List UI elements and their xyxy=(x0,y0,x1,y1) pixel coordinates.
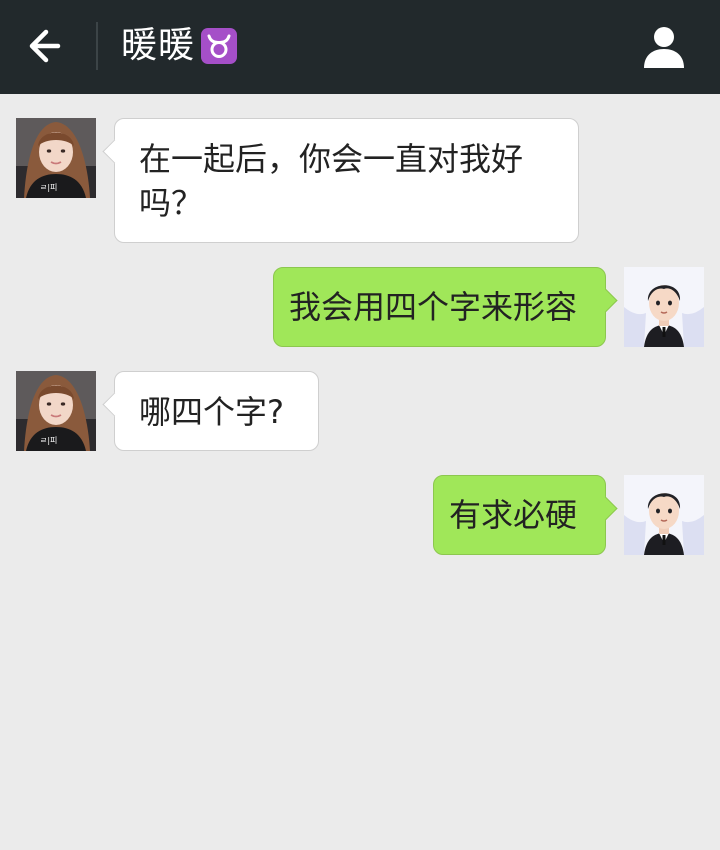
bubble-tail xyxy=(102,139,127,164)
my-avatar[interactable] xyxy=(624,475,704,555)
message-text: 我会用四个字来形容 xyxy=(289,288,578,326)
contact-avatar[interactable]: ㄹ|피 xyxy=(16,371,96,451)
chat-header: 暖暖 xyxy=(0,0,720,94)
person-icon xyxy=(644,27,684,68)
contact-name: 暖暖 xyxy=(121,25,196,66)
svg-text:ㄹ|피: ㄹ|피 xyxy=(40,183,57,192)
svg-text:ㄹ|피: ㄹ|피 xyxy=(40,436,57,445)
bubble-tail xyxy=(593,496,618,521)
outgoing-message-bubble[interactable]: 有求必硬 xyxy=(433,475,618,555)
chat-title: 暖暖 xyxy=(121,21,238,71)
incoming-message-bubble[interactable]: 哪四个字? xyxy=(102,371,319,451)
arrow-left-icon xyxy=(29,29,61,63)
outgoing-message-bubble[interactable]: 我会用四个字来形容 xyxy=(273,267,618,347)
profile-button[interactable] xyxy=(638,22,690,72)
message-text: 哪四个字? xyxy=(139,393,284,431)
message-text: 有求必硬 xyxy=(449,496,578,534)
taurus-icon xyxy=(201,28,238,64)
bubble-tail xyxy=(593,288,618,313)
contact-avatar[interactable]: ㄹ|피 xyxy=(16,118,96,198)
header-divider xyxy=(96,22,98,70)
incoming-message-bubble[interactable]: 在一起后，你会一直对我好吗？ xyxy=(102,118,579,243)
back-button[interactable] xyxy=(22,23,72,69)
bubble-tail xyxy=(102,392,127,417)
my-avatar[interactable] xyxy=(624,267,704,347)
message-text: 在一起后，你会一直对我好吗？ xyxy=(139,140,524,222)
